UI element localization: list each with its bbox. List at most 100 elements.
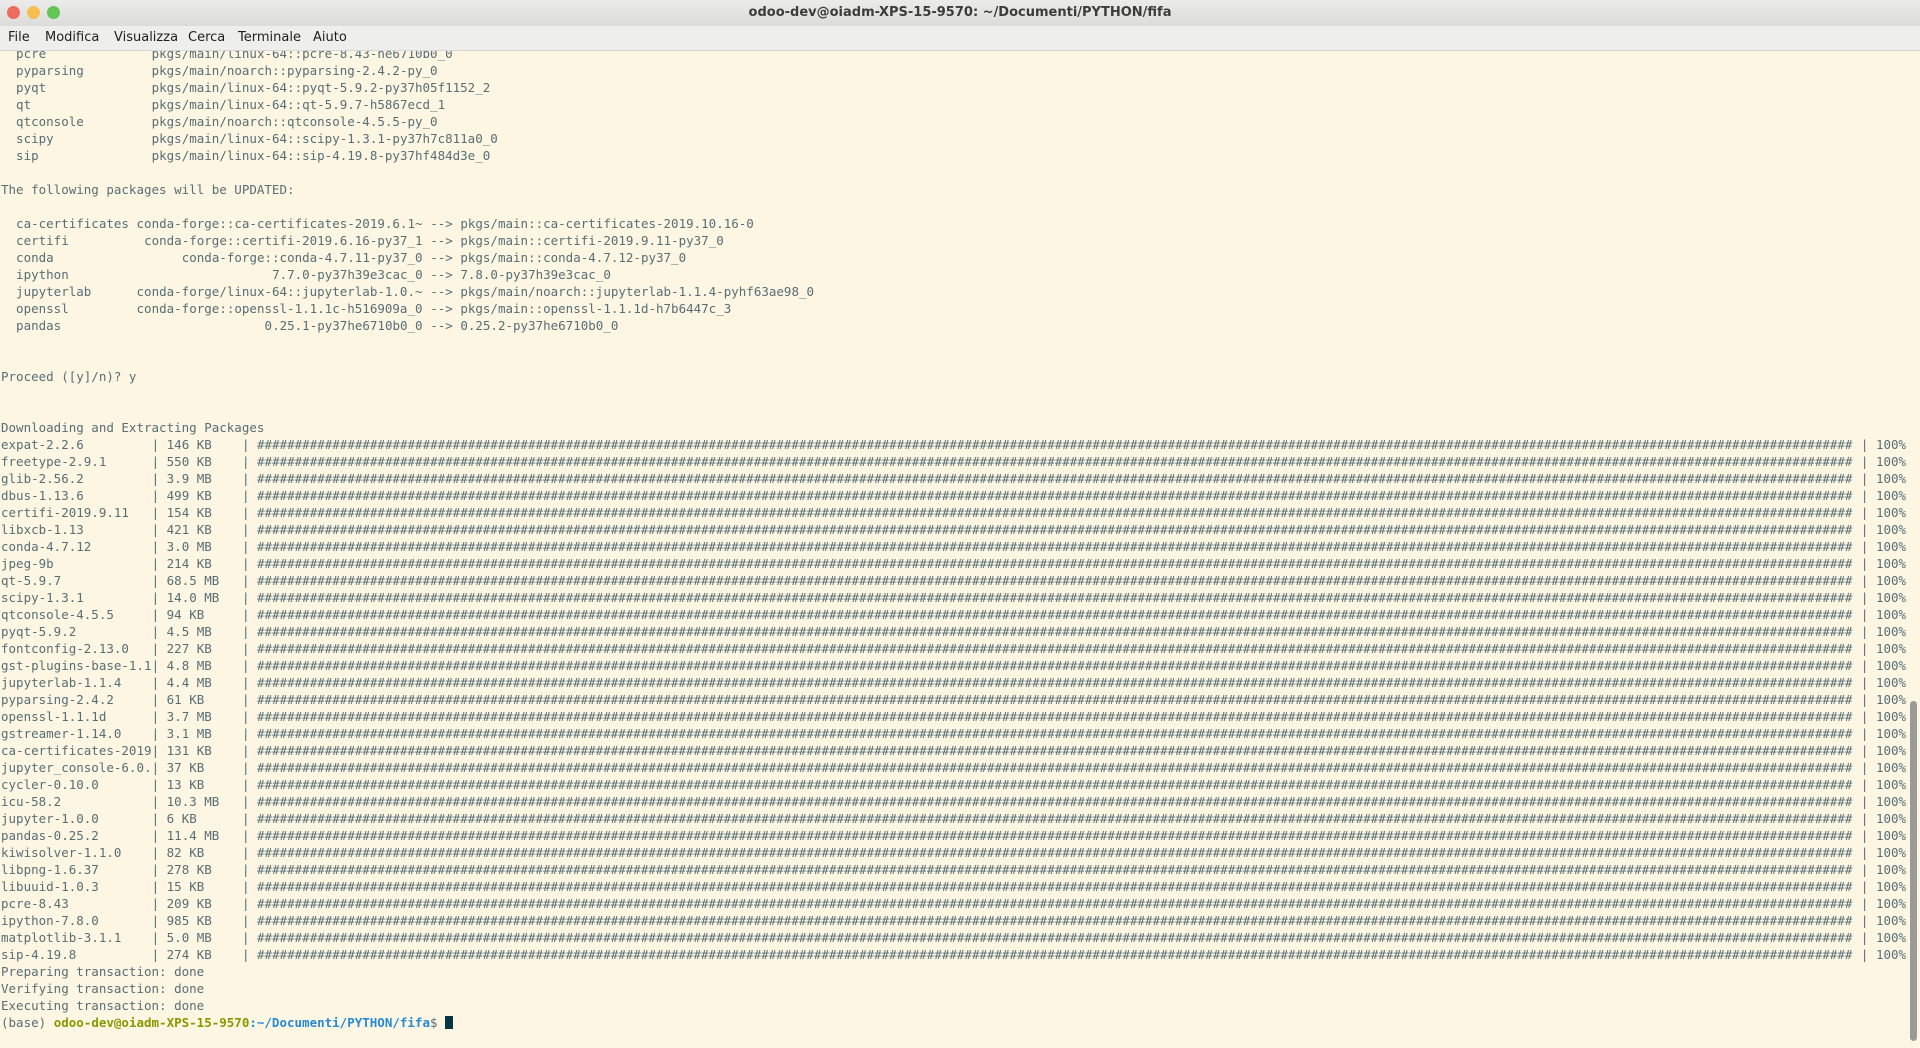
column-separator: | <box>241 913 250 928</box>
progress-bar: ########################################… <box>257 947 1853 962</box>
package-to: pkgs/main::ca-certificates-2019.10.16-0 <box>460 216 754 231</box>
package-name: openssl <box>16 301 69 316</box>
column-separator: | <box>241 794 250 809</box>
column-separator: | <box>1860 811 1869 826</box>
column-separator: | <box>241 845 250 860</box>
transaction-status: Preparing transaction: done <box>1 964 205 979</box>
column-separator: | <box>1860 454 1869 469</box>
menu-file[interactable]: File <box>8 26 30 50</box>
menu-aiuto[interactable]: Aiuto <box>313 26 347 50</box>
package-name: qt <box>16 97 32 112</box>
progress-bar: ########################################… <box>257 777 1853 792</box>
column-separator: | <box>241 879 250 894</box>
download-name: certifi-2019.9.11 <box>1 505 129 520</box>
download-progress: 100% <box>1875 505 1906 520</box>
download-size: 3.0 MB <box>166 539 212 554</box>
progress-bar: ########################################… <box>257 454 1853 469</box>
column-separator: | <box>151 556 160 571</box>
download-name: pyqt-5.9.2 <box>1 624 77 639</box>
download-name: libpng-1.6.37 <box>1 862 99 877</box>
column-separator: | <box>151 641 160 656</box>
progress-bar: ########################################… <box>257 471 1853 486</box>
column-separator: | <box>241 692 250 707</box>
package-from: 0.25.1-py37he6710b0_0 <box>264 318 423 333</box>
column-separator: | <box>151 828 160 843</box>
package-name: certifi <box>16 233 69 248</box>
column-separator: | <box>151 777 160 792</box>
transaction-status: Verifying transaction: done <box>1 981 205 996</box>
download-size: 154 KB <box>166 505 212 520</box>
download-size: 13 KB <box>166 777 205 792</box>
column-separator: | <box>151 709 160 724</box>
download-name: dbus-1.13.6 <box>1 488 84 503</box>
column-separator: | <box>1860 505 1869 520</box>
column-separator: | <box>241 777 250 792</box>
download-progress: 100% <box>1875 471 1906 486</box>
column-separator: | <box>241 573 250 588</box>
download-name: icu-58.2 <box>1 794 62 809</box>
package-name: qtconsole <box>16 114 84 129</box>
download-progress: 100% <box>1875 556 1906 571</box>
prompt-env: (base) <box>1 1015 47 1030</box>
progress-bar: ########################################… <box>257 437 1853 452</box>
download-progress: 100% <box>1875 879 1906 894</box>
package-spec: pkgs/main/linux-64::scipy-1.3.1-py37h7c8… <box>151 131 498 146</box>
vertical-scrollbar[interactable] <box>1906 51 1920 1048</box>
download-progress: 100% <box>1875 828 1906 843</box>
download-name: libuuid-1.0.3 <box>1 879 99 894</box>
column-separator: | <box>1860 471 1869 486</box>
download-size: 4.4 MB <box>166 675 212 690</box>
menu-cerca[interactable]: Cerca <box>188 26 225 50</box>
download-progress: 100% <box>1875 624 1906 639</box>
download-name: pandas-0.25.2 <box>1 828 99 843</box>
column-separator: | <box>151 811 160 826</box>
download-name: qt-5.9.7 <box>1 573 62 588</box>
download-size: 11.4 MB <box>166 828 220 843</box>
column-separator: | <box>1860 862 1869 877</box>
progress-bar: ########################################… <box>257 573 1853 588</box>
download-name: gstreamer-1.14.0 <box>1 726 122 741</box>
column-separator: | <box>1860 913 1869 928</box>
column-separator: | <box>151 607 160 622</box>
column-separator: | <box>1860 675 1869 690</box>
scrollbar-thumb[interactable] <box>1910 701 1917 1041</box>
package-from: conda-forge::certifi-2019.6.16-py37_1 <box>144 233 423 248</box>
arrow: --> <box>430 318 453 333</box>
progress-bar: ########################################… <box>257 879 1853 894</box>
column-separator: | <box>1860 573 1869 588</box>
menu-terminale[interactable]: Terminale <box>238 26 301 50</box>
download-name: cycler-0.10.0 <box>1 777 99 792</box>
package-from: conda-forge::ca-certificates-2019.6.1~ <box>136 216 423 231</box>
progress-bar: ########################################… <box>257 488 1853 503</box>
progress-bar: ########################################… <box>257 930 1853 945</box>
menu-visualizza[interactable]: Visualizza <box>114 26 178 50</box>
progress-bar: ########################################… <box>257 709 1853 724</box>
terminal-output[interactable]: pcre pkgs/main/linux-64::pcre-8.43-he6710… <box>0 51 1906 1048</box>
package-name: pyqt <box>16 80 47 95</box>
window-title: odoo-dev@oiadm-XPS-15-9570: ~/Documenti/… <box>748 5 1172 20</box>
column-separator: | <box>151 726 160 741</box>
package-to: 7.8.0-py37h39e3cac_0 <box>460 267 611 282</box>
column-separator: | <box>1860 658 1869 673</box>
column-separator: | <box>241 454 250 469</box>
download-progress: 100% <box>1875 811 1906 826</box>
window-titlebar: odoo-dev@oiadm-XPS-15-9570: ~/Documenti/… <box>0 0 1920 27</box>
progress-bar: ########################################… <box>257 845 1853 860</box>
column-separator: | <box>1860 794 1869 809</box>
download-name: jpeg-9b <box>1 556 54 571</box>
column-separator: | <box>241 726 250 741</box>
menu-modifica[interactable]: Modifica <box>45 26 99 50</box>
transaction-status: Executing transaction: done <box>1 998 205 1013</box>
column-separator: | <box>1860 947 1869 962</box>
progress-bar: ########################################… <box>257 590 1853 605</box>
download-progress: 100% <box>1875 743 1906 758</box>
package-to: 0.25.2-py37he6710b0_0 <box>460 318 619 333</box>
download-header: Downloading and Extracting Packages <box>1 420 265 435</box>
download-name: jupyterlab-1.1.4 <box>1 675 122 690</box>
column-separator: | <box>241 930 250 945</box>
download-progress: 100% <box>1875 539 1906 554</box>
download-size: 4.5 MB <box>166 624 212 639</box>
column-separator: | <box>241 488 250 503</box>
download-progress: 100% <box>1875 845 1906 860</box>
package-name: pcre <box>16 51 47 61</box>
